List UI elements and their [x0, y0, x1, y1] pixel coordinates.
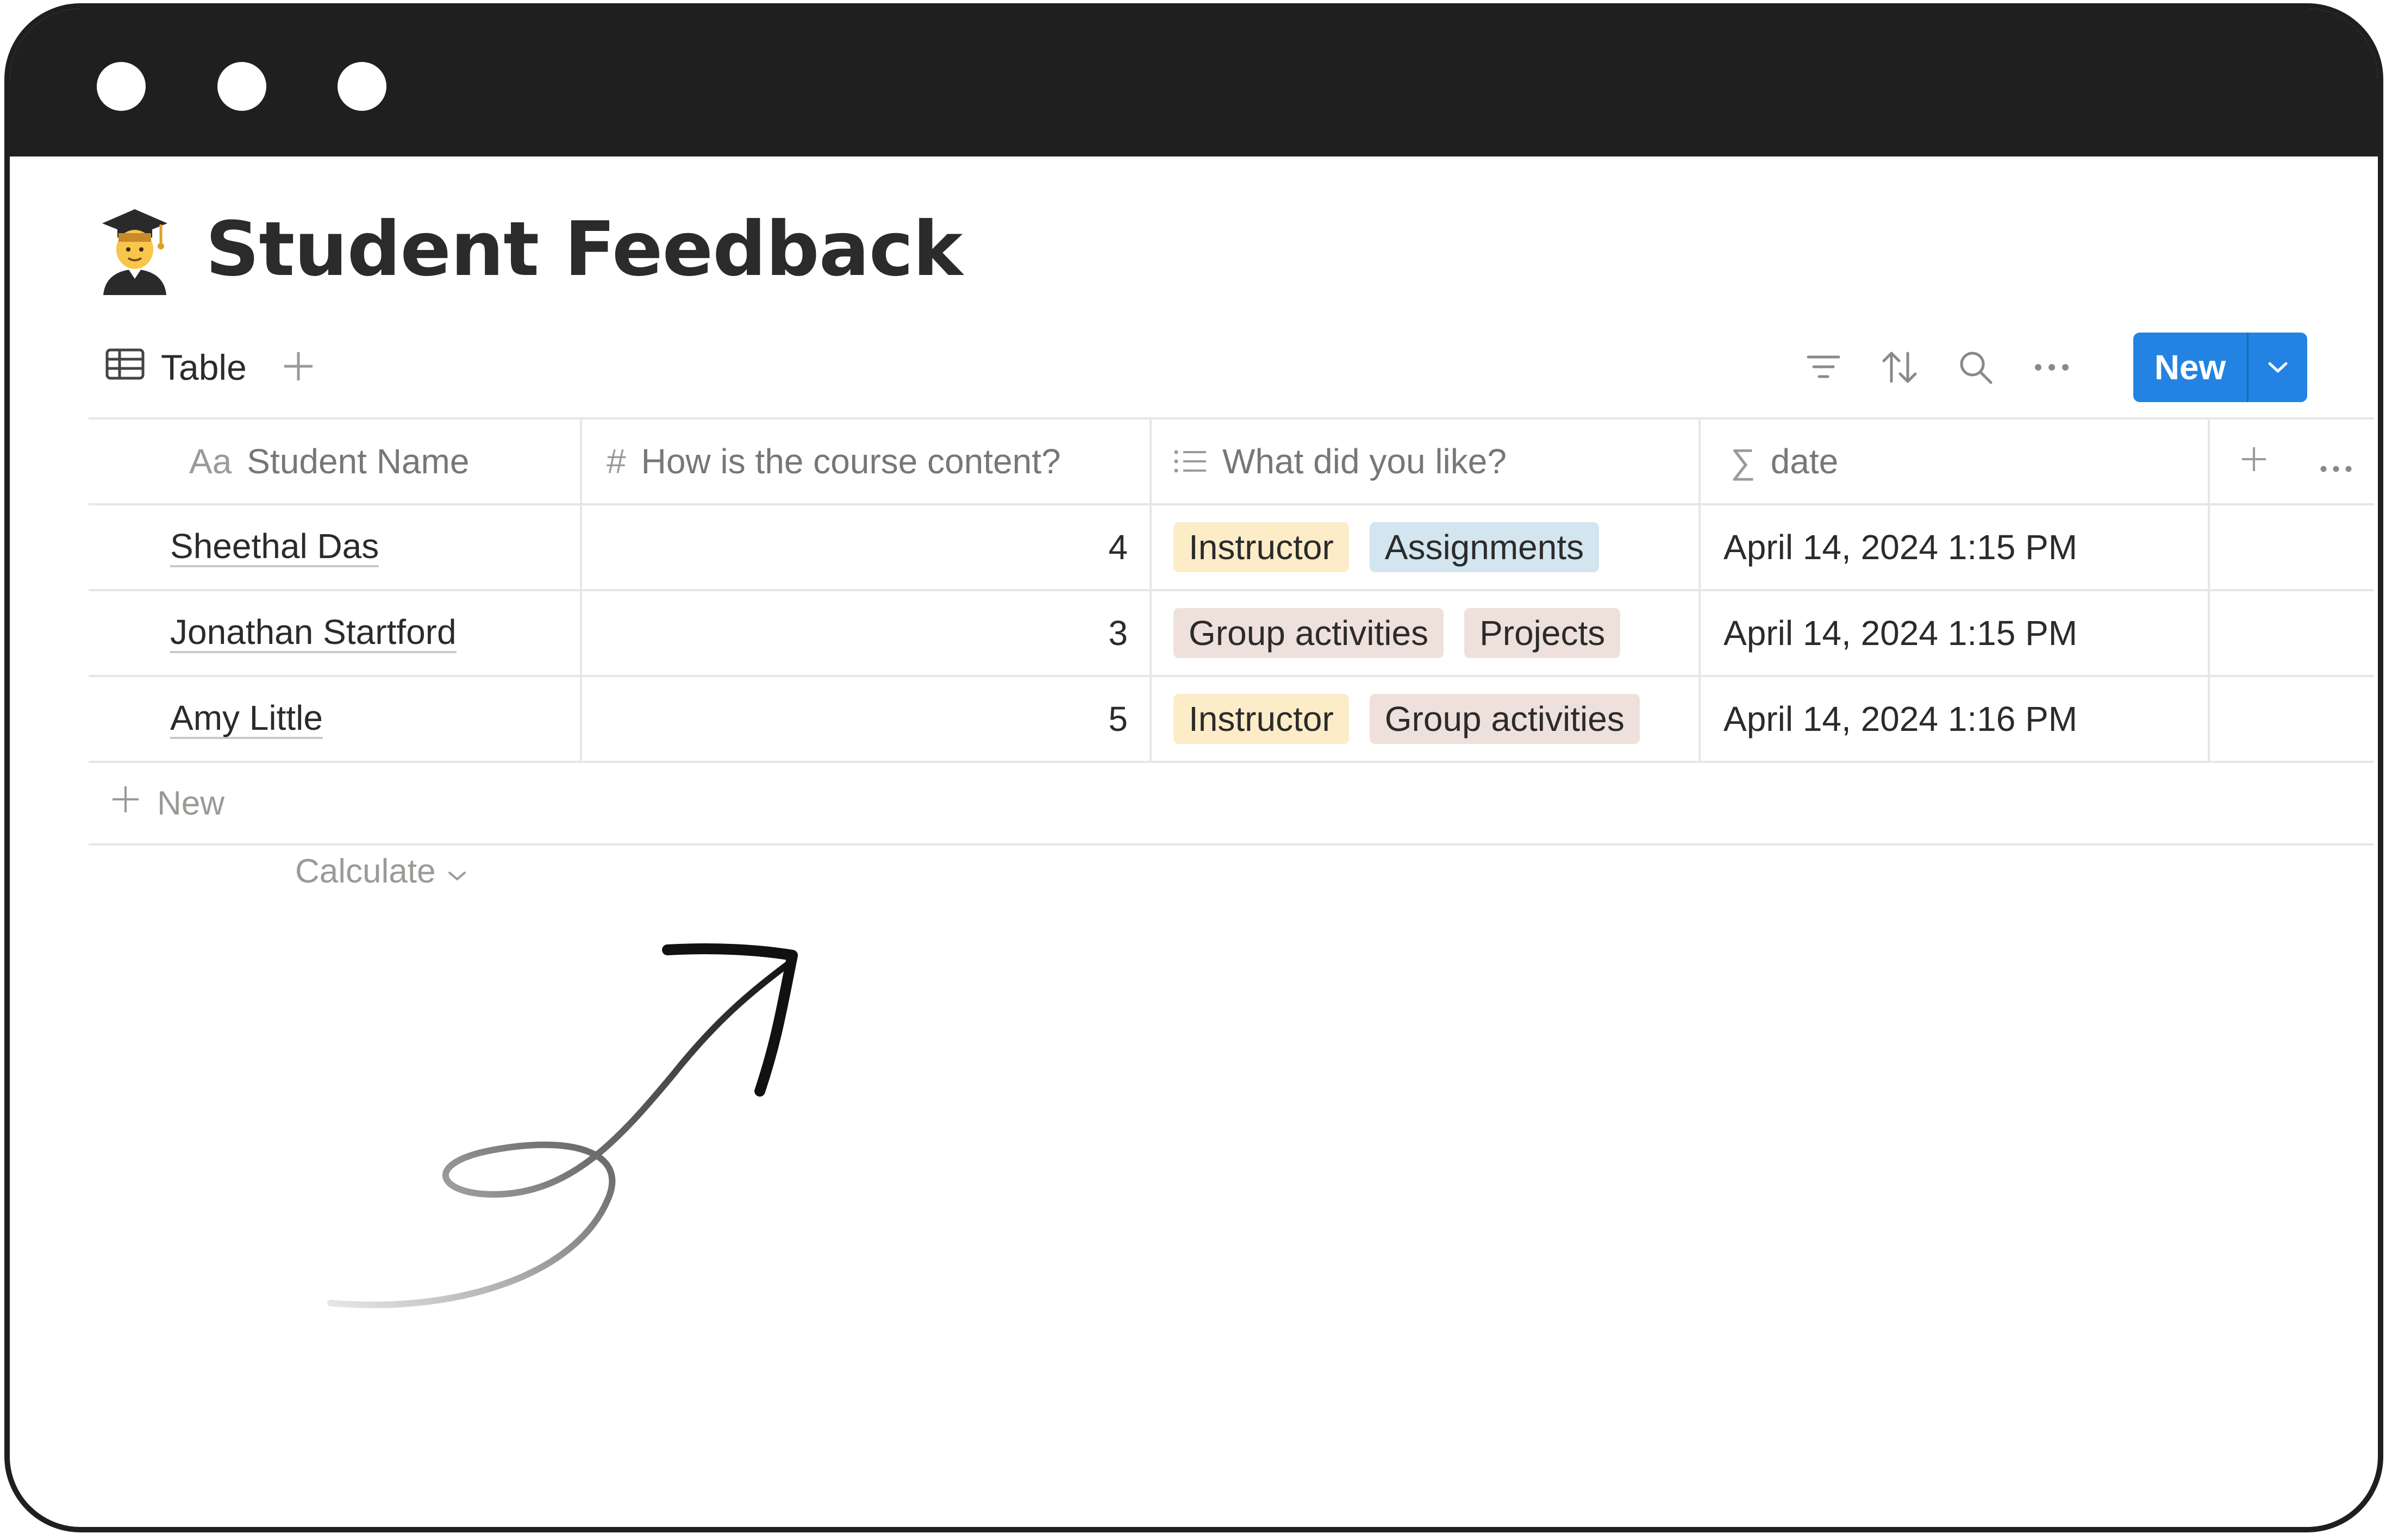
filter-icon[interactable]	[1802, 346, 1845, 389]
student-name-cell[interactable]: Amy Little	[89, 677, 582, 761]
rating-cell[interactable]: 5	[582, 677, 1152, 761]
window-maximize-dot[interactable]	[338, 62, 386, 111]
date-cell[interactable]: April 14, 2024 1:15 PM	[1701, 505, 2210, 589]
new-record-button[interactable]: New	[2133, 333, 2307, 402]
liked-tags-cell[interactable]: Instructor Assignments	[1152, 505, 1701, 589]
plus-icon	[110, 784, 157, 823]
student-name[interactable]: Jonathan Startford	[170, 612, 457, 654]
window-titlebar	[10, 9, 2378, 156]
number-icon: #	[607, 442, 626, 481]
more-icon[interactable]	[2030, 346, 2074, 389]
multi-select-icon	[1173, 449, 1207, 474]
tag-projects: Projects	[1464, 608, 1621, 658]
student-name[interactable]: Sheethal Das	[170, 527, 379, 568]
student-name-cell[interactable]: Sheethal Das	[89, 505, 582, 589]
student-name[interactable]: Amy Little	[170, 698, 323, 740]
tag-instructor: Instructor	[1173, 522, 1349, 572]
student-emoji-icon[interactable]	[97, 203, 173, 295]
text-icon: Aa	[189, 442, 232, 481]
student-name-cell[interactable]: Jonathan Startford	[89, 591, 582, 675]
app-window: Student Feedback Table New Aa Student Na…	[4, 3, 2383, 1532]
table-row[interactable]: Sheethal Das 4 Instructor Assignments Ap…	[89, 505, 2374, 591]
tag-assignments: Assignments	[1369, 522, 1600, 572]
formula-icon: ∑	[1731, 442, 1756, 481]
empty-cell	[2210, 505, 2374, 589]
chevron-down-icon[interactable]	[2249, 333, 2307, 402]
column-header-label: What did you like?	[1222, 442, 1507, 481]
database-toolbar: Table New	[105, 329, 2307, 405]
plus-icon	[282, 350, 315, 385]
column-header-actions	[2210, 420, 2374, 503]
view-tab-table[interactable]: Table	[105, 347, 247, 388]
table-row[interactable]: Jonathan Startford 3 Group activities Pr…	[89, 591, 2374, 677]
database-table: Aa Student Name # How is the course cont…	[89, 417, 2374, 846]
page-header: Student Feedback	[97, 195, 963, 303]
add-row-label: New	[157, 784, 225, 822]
table-row[interactable]: Amy Little 5 Instructor Group activities…	[89, 677, 2374, 763]
column-header-date[interactable]: ∑ date	[1701, 420, 2210, 503]
search-icon[interactable]	[1954, 346, 1997, 389]
date-cell[interactable]: April 14, 2024 1:16 PM	[1701, 677, 2210, 761]
column-header-student-name[interactable]: Aa Student Name	[89, 420, 582, 503]
liked-tags-cell[interactable]: Group activities Projects	[1152, 591, 1701, 675]
new-button-label[interactable]: New	[2133, 333, 2249, 402]
table-icon	[105, 347, 161, 388]
view-tab-label: Table	[161, 347, 247, 387]
date-cell[interactable]: April 14, 2024 1:15 PM	[1701, 591, 2210, 675]
add-property-button[interactable]	[2240, 441, 2268, 481]
liked-tags-cell[interactable]: Instructor Group activities	[1152, 677, 1701, 761]
toolbar-actions: New	[1802, 333, 2307, 402]
column-header-label: Student Name	[247, 442, 470, 481]
tag-instructor: Instructor	[1173, 694, 1349, 744]
column-header-liked[interactable]: What did you like?	[1152, 420, 1701, 503]
add-row-button[interactable]: New	[89, 763, 2374, 846]
column-more-icon[interactable]	[2320, 441, 2352, 481]
decorative-arrow-icon	[314, 847, 858, 1338]
empty-cell	[2210, 677, 2374, 761]
rating-cell[interactable]: 3	[582, 591, 1152, 675]
table-header-row: Aa Student Name # How is the course cont…	[89, 417, 2374, 505]
tag-group-activities: Group activities	[1369, 694, 1640, 744]
page-title: Student Feedback	[205, 205, 963, 293]
window-close-dot[interactable]	[97, 62, 146, 111]
sort-icon[interactable]	[1878, 346, 1921, 389]
column-header-course-content[interactable]: # How is the course content?	[582, 420, 1152, 503]
column-header-label: How is the course content?	[641, 442, 1061, 481]
page-content: Student Feedback Table New Aa Student Na…	[10, 156, 2378, 1527]
rating-cell[interactable]: 4	[582, 505, 1152, 589]
column-header-label: date	[1770, 442, 1839, 481]
tag-group-activities: Group activities	[1173, 608, 1444, 658]
empty-cell	[2210, 591, 2374, 675]
window-minimize-dot[interactable]	[217, 62, 266, 111]
add-view-button[interactable]	[282, 350, 315, 385]
